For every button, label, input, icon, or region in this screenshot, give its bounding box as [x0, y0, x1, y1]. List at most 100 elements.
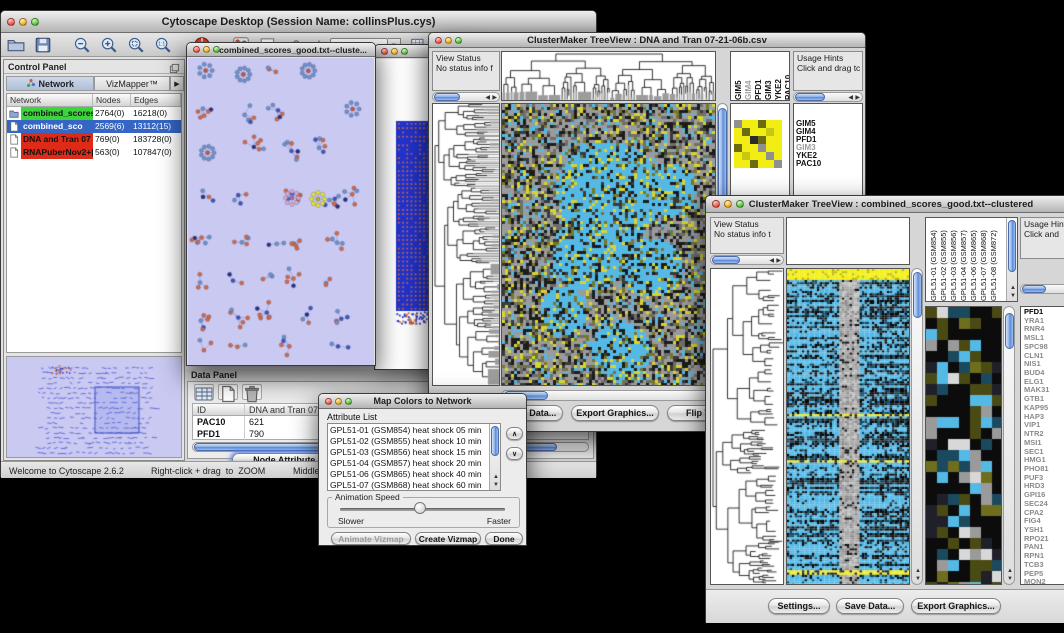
heatmap-cell[interactable] — [766, 136, 774, 144]
dialog-title-bar[interactable]: Map Colors to Network — [319, 394, 526, 409]
attribute-list-item[interactable]: GPL51-07 (GSM868) heat shock 60 min — [328, 480, 488, 491]
heatmap-cell[interactable] — [766, 128, 774, 136]
zoom-button[interactable] — [455, 37, 462, 44]
heatmap-cell[interactable] — [734, 128, 742, 136]
heatmap-cell[interactable] — [750, 144, 758, 152]
scroll-up-icon[interactable]: ▲ — [1010, 285, 1016, 291]
heatmap-cell[interactable] — [734, 144, 742, 152]
column-label[interactable]: GIM3 — [764, 52, 773, 100]
scroll-up-icon[interactable]: ▲ — [493, 474, 499, 480]
column-dendrogram[interactable] — [501, 51, 716, 101]
network-overview-canvas[interactable] — [7, 357, 181, 457]
animation-speed-slider-thumb[interactable] — [414, 502, 426, 514]
move-down-button[interactable]: ∨ — [506, 447, 523, 460]
attribute-list-item[interactable]: GPL51-06 (GSM865) heat shock 40 min — [328, 469, 488, 480]
scrollbar-thumb[interactable] — [795, 93, 825, 101]
heatmap-cell[interactable] — [734, 152, 742, 160]
heatmap-cell[interactable] — [774, 120, 782, 128]
attribute-table-icon[interactable] — [194, 384, 214, 400]
heatmap-cell[interactable] — [750, 120, 758, 128]
heatmap-global-view[interactable] — [501, 103, 716, 386]
heatmap-cell[interactable] — [742, 144, 750, 152]
export-graphics-button[interactable]: Export Graphics... — [911, 598, 1001, 614]
treeview-combined-title-bar[interactable]: ClusterMaker TreeView : combined_scores_… — [706, 196, 1064, 213]
done-button[interactable]: Done — [485, 532, 523, 545]
attribute-list-item[interactable]: GPL51-02 (GSM855) heat shock 10 min — [328, 436, 488, 447]
minimize-button[interactable] — [724, 200, 732, 208]
tab-vizmapper[interactable]: VizMapper™ — [94, 76, 170, 91]
network-table-row[interactable]: combined_scores2764(0)16218(0) — [7, 107, 181, 120]
heatmap-cell[interactable] — [742, 160, 750, 168]
heatmap-cell[interactable] — [750, 136, 758, 144]
export-graphics-button[interactable]: Export Graphics... — [571, 405, 659, 421]
row-dendrogram[interactable] — [710, 268, 784, 585]
col-edges[interactable]: Edges — [131, 94, 181, 106]
close-button[interactable] — [435, 37, 442, 44]
scroll-right-icon[interactable]: ▶ — [776, 258, 781, 264]
heatmap-cell[interactable] — [758, 144, 766, 152]
scroll-down-icon[interactable]: ▼ — [493, 482, 499, 488]
close-button[interactable] — [7, 18, 15, 26]
heatmap-hscrollbar[interactable] — [501, 390, 716, 401]
minimize-button[interactable] — [445, 37, 452, 44]
scroll-right-icon[interactable]: ▶ — [492, 95, 497, 101]
scroll-left-icon[interactable]: ◀ — [485, 95, 490, 101]
scroll-up-icon[interactable]: ▲ — [915, 568, 921, 574]
column-label[interactable]: GPL51-04 (GSM857) — [959, 218, 968, 301]
heatmap-cell[interactable] — [774, 128, 782, 136]
open-folder-icon[interactable] — [7, 36, 25, 54]
animate-vizmap-button[interactable]: Animate Vizmap — [331, 532, 411, 545]
view-status-hscrollbar[interactable]: ◀ ▶ — [710, 255, 784, 265]
heatmap-zoom-view[interactable] — [925, 306, 1002, 585]
scrollbar-thumb[interactable] — [1022, 285, 1046, 293]
heatmap-cell[interactable] — [766, 160, 774, 168]
scrollbar-thumb[interactable] — [1005, 313, 1014, 349]
zoom-button[interactable] — [213, 46, 220, 53]
gene-label[interactable]: MON2 — [1024, 578, 1049, 585]
minimize-button[interactable] — [203, 46, 210, 53]
column-labels-vscrollbar[interactable]: ▲ ▼ — [1006, 218, 1017, 301]
heatmap-global-view[interactable] — [786, 268, 910, 585]
heatmap-cell[interactable] — [742, 120, 750, 128]
heatmap-canvas[interactable] — [502, 104, 715, 385]
scroll-down-icon[interactable]: ▼ — [1007, 576, 1013, 582]
heatmap-cell[interactable] — [766, 144, 774, 152]
col-id[interactable]: ID — [193, 404, 245, 415]
scrollbar-thumb[interactable] — [712, 256, 740, 264]
column-label[interactable]: YKE2 — [774, 52, 783, 100]
col-nodes[interactable]: Nodes — [93, 94, 131, 106]
column-dendrogram-empty[interactable] — [786, 217, 910, 265]
usage-hints-hscrollbar[interactable] — [1020, 284, 1064, 294]
scrollbar-thumb[interactable] — [491, 426, 499, 456]
zoom-heatmap-matrix[interactable] — [734, 120, 782, 168]
network-graph-canvas[interactable] — [188, 58, 374, 365]
heatmap-cell[interactable] — [742, 136, 750, 144]
network-window-title-bar[interactable]: combined_scores_good.txt--cluste... — [187, 43, 375, 57]
gene-label[interactable]: PAC10 — [796, 160, 821, 168]
heatmap-cell[interactable] — [734, 160, 742, 168]
heatmap-cell[interactable] — [774, 152, 782, 160]
heatmap-cell[interactable] — [734, 136, 742, 144]
heatmap-cell[interactable] — [774, 136, 782, 144]
scroll-left-icon[interactable]: ◀ — [848, 95, 853, 101]
heatmap-cell[interactable] — [758, 152, 766, 160]
zoom-button[interactable] — [31, 18, 39, 26]
create-vizmap-button[interactable]: Create Vizmap — [415, 532, 481, 545]
tab-network[interactable]: Network — [6, 76, 94, 91]
heatmap-canvas[interactable] — [787, 269, 909, 584]
network-overview-panel[interactable] — [6, 356, 182, 458]
heatmap-cell[interactable] — [742, 152, 750, 160]
scroll-up-icon[interactable]: ▲ — [1007, 568, 1013, 574]
move-up-button[interactable]: ∧ — [506, 427, 523, 440]
tab-overflow-button[interactable]: ▶ — [170, 76, 184, 91]
zoom-button[interactable] — [736, 200, 744, 208]
zoom-heatmap-canvas[interactable] — [926, 307, 1001, 584]
heatmap-cell[interactable] — [750, 152, 758, 160]
zoom-selected-icon[interactable] — [127, 36, 145, 54]
heatmap-cell[interactable] — [766, 120, 774, 128]
column-label[interactable]: GPL51-06 (GSM865) — [969, 218, 978, 301]
zoom-button[interactable] — [345, 398, 352, 405]
heatmap-vscrollbar[interactable]: ▲ ▼ — [911, 268, 923, 585]
col-network[interactable]: Network — [7, 94, 93, 106]
zoom-button[interactable] — [401, 48, 408, 55]
